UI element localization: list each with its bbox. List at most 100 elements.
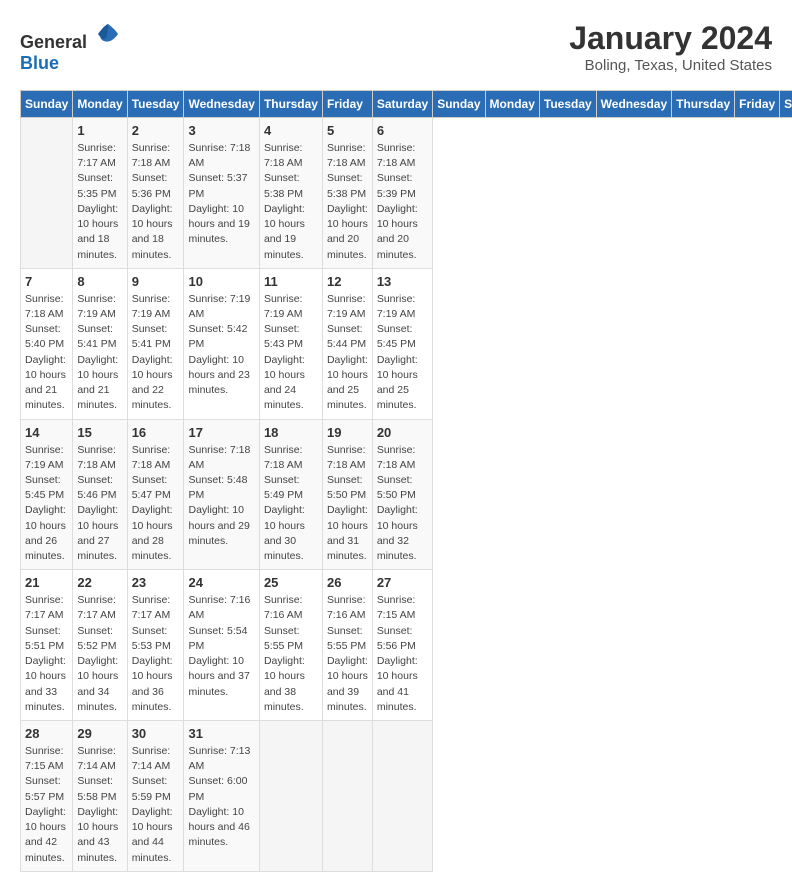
column-header-sunday: Sunday [21, 91, 73, 118]
calendar-cell: 26Sunrise: 7:16 AMSunset: 5:55 PMDayligh… [322, 570, 372, 721]
calendar-cell: 28Sunrise: 7:15 AMSunset: 5:57 PMDayligh… [21, 721, 73, 872]
day-detail: Sunrise: 7:15 AMSunset: 5:57 PMDaylight:… [25, 744, 68, 866]
column-header-saturday: Saturday [372, 91, 432, 118]
day-number: 9 [132, 274, 180, 289]
calendar-week-row: 7Sunrise: 7:18 AMSunset: 5:40 PMDaylight… [21, 268, 792, 419]
day-number: 3 [188, 123, 254, 138]
day-detail: Sunrise: 7:18 AMSunset: 5:37 PMDaylight:… [188, 141, 254, 248]
calendar-week-row: 14 Sunrise: 7:19 AMSunset: 5:45 PMDayligh… [21, 419, 792, 570]
calendar-cell [372, 721, 432, 872]
column-header-wednesday: Wednesday [596, 91, 671, 118]
day-detail: Sunrise: 7:18 AMSunset: 5:48 PMDaylight:… [188, 443, 254, 550]
day-detail: Sunrise: 7:18 AMSunset: 5:40 PMDaylight:… [25, 292, 68, 414]
column-header-monday: Monday [73, 91, 127, 118]
day-number: 13 [377, 274, 428, 289]
day-number: 14 [25, 425, 68, 440]
calendar-cell: 20Sunrise: 7:18 AMSunset: 5:50 PMDayligh… [372, 419, 432, 570]
day-detail: Sunrise: 7:14 AMSunset: 5:59 PMDaylight:… [132, 744, 180, 866]
calendar-cell: 15 Sunrise: 7:18 AMSunset: 5:46 PMDayligh… [73, 419, 127, 570]
column-header-friday: Friday [735, 91, 780, 118]
day-number: 1 [77, 123, 122, 138]
column-header-tuesday: Tuesday [127, 91, 184, 118]
column-header-friday: Friday [322, 91, 372, 118]
calendar-cell: 24 Sunrise: 7:16 AMSunset: 5:54 PMDayligh… [184, 570, 259, 721]
calendar-cell [322, 721, 372, 872]
day-detail: Sunrise: 7:19 AMSunset: 5:43 PMDaylight:… [264, 292, 318, 414]
calendar-cell: 25Sunrise: 7:16 AMSunset: 5:55 PMDayligh… [259, 570, 322, 721]
day-number: 24 [188, 575, 254, 590]
calendar-week-row: 28Sunrise: 7:15 AMSunset: 5:57 PMDayligh… [21, 721, 792, 872]
calendar-cell: 27Sunrise: 7:15 AMSunset: 5:56 PMDayligh… [372, 570, 432, 721]
calendar-title: January 2024 [569, 20, 772, 57]
day-detail: Sunrise: 7:18 AMSunset: 5:47 PMDaylight:… [132, 443, 180, 565]
calendar-cell: 13Sunrise: 7:19 AMSunset: 5:45 PMDayligh… [372, 268, 432, 419]
column-header-thursday: Thursday [259, 91, 322, 118]
calendar-cell: 6Sunrise: 7:18 AMSunset: 5:39 PMDaylight… [372, 118, 432, 269]
calendar-cell: 30 Sunrise: 7:14 AMSunset: 5:59 PMDayligh… [127, 721, 184, 872]
calendar-cell: 21Sunrise: 7:17 AMSunset: 5:51 PMDayligh… [21, 570, 73, 721]
calendar-cell: 12 Sunrise: 7:19 AMSunset: 5:44 PMDayligh… [322, 268, 372, 419]
day-detail: Sunrise: 7:17 AMSunset: 5:35 PMDaylight:… [77, 141, 122, 263]
calendar-cell: 9 Sunrise: 7:19 AMSunset: 5:41 PMDaylight… [127, 268, 184, 419]
logo-general: General [20, 32, 87, 52]
day-number: 19 [327, 425, 368, 440]
day-detail: Sunrise: 7:18 AMSunset: 5:49 PMDaylight:… [264, 443, 318, 565]
column-header-tuesday: Tuesday [539, 91, 596, 118]
calendar-cell: 7Sunrise: 7:18 AMSunset: 5:40 PMDaylight… [21, 268, 73, 419]
column-header-wednesday: Wednesday [184, 91, 259, 118]
day-detail: Sunrise: 7:19 AMSunset: 5:45 PMDaylight:… [25, 443, 68, 565]
day-number: 12 [327, 274, 368, 289]
calendar-table: SundayMondayTuesdayWednesdayThursdayFrid… [20, 90, 792, 872]
day-number: 2 [132, 123, 180, 138]
title-block: January 2024 Boling, Texas, United State… [569, 20, 772, 74]
logo-text: General Blue [20, 20, 122, 74]
day-detail: Sunrise: 7:19 AMSunset: 5:42 PMDaylight:… [188, 292, 254, 399]
calendar-cell: 5Sunrise: 7:18 AMSunset: 5:38 PMDaylight… [322, 118, 372, 269]
calendar-header-row: SundayMondayTuesdayWednesdayThursdayFrid… [21, 91, 792, 118]
day-detail: Sunrise: 7:18 AMSunset: 5:39 PMDaylight:… [377, 141, 428, 263]
day-number: 26 [327, 575, 368, 590]
day-number: 25 [264, 575, 318, 590]
day-number: 15 [77, 425, 122, 440]
day-number: 17 [188, 425, 254, 440]
day-detail: Sunrise: 7:19 AMSunset: 5:41 PMDaylight:… [132, 292, 180, 414]
calendar-cell: 22Sunrise: 7:17 AMSunset: 5:52 PMDayligh… [73, 570, 127, 721]
column-header-monday: Monday [485, 91, 539, 118]
column-header-sunday: Sunday [433, 91, 485, 118]
calendar-week-row: 1 Sunrise: 7:17 AMSunset: 5:35 PMDaylight… [21, 118, 792, 269]
day-number: 22 [77, 575, 122, 590]
calendar-cell [259, 721, 322, 872]
calendar-cell: 10 Sunrise: 7:19 AMSunset: 5:42 PMDayligh… [184, 268, 259, 419]
page-header: General Blue January 2024 Boling, Texas,… [20, 20, 772, 74]
day-number: 27 [377, 575, 428, 590]
calendar-week-row: 21Sunrise: 7:17 AMSunset: 5:51 PMDayligh… [21, 570, 792, 721]
day-detail: Sunrise: 7:18 AMSunset: 5:50 PMDaylight:… [327, 443, 368, 565]
calendar-cell: 19 Sunrise: 7:18 AMSunset: 5:50 PMDayligh… [322, 419, 372, 570]
calendar-cell: 18 Sunrise: 7:18 AMSunset: 5:49 PMDayligh… [259, 419, 322, 570]
day-number: 18 [264, 425, 318, 440]
logo: General Blue [20, 20, 122, 74]
calendar-cell: 17 Sunrise: 7:18 AMSunset: 5:48 PMDayligh… [184, 419, 259, 570]
calendar-subtitle: Boling, Texas, United States [569, 57, 772, 74]
calendar-cell: 3 Sunrise: 7:18 AMSunset: 5:37 PMDaylight… [184, 118, 259, 269]
day-detail: Sunrise: 7:19 AMSunset: 5:44 PMDaylight:… [327, 292, 368, 414]
logo-blue: Blue [20, 53, 59, 73]
day-number: 10 [188, 274, 254, 289]
column-header-thursday: Thursday [672, 91, 735, 118]
day-number: 23 [132, 575, 180, 590]
day-detail: Sunrise: 7:16 AMSunset: 5:54 PMDaylight:… [188, 593, 254, 700]
day-detail: Sunrise: 7:19 AMSunset: 5:41 PMDaylight:… [77, 292, 122, 414]
day-detail: Sunrise: 7:13 AMSunset: 6:00 PMDaylight:… [188, 744, 254, 851]
calendar-cell: 1 Sunrise: 7:17 AMSunset: 5:35 PMDaylight… [73, 118, 127, 269]
day-number: 30 [132, 726, 180, 741]
day-number: 4 [264, 123, 318, 138]
calendar-cell: 29Sunrise: 7:14 AMSunset: 5:58 PMDayligh… [73, 721, 127, 872]
day-detail: Sunrise: 7:18 AMSunset: 5:46 PMDaylight:… [77, 443, 122, 565]
day-number: 31 [188, 726, 254, 741]
calendar-cell: 23Sunrise: 7:17 AMSunset: 5:53 PMDayligh… [127, 570, 184, 721]
day-number: 20 [377, 425, 428, 440]
calendar-cell: 11Sunrise: 7:19 AMSunset: 5:43 PMDayligh… [259, 268, 322, 419]
day-detail: Sunrise: 7:18 AMSunset: 5:38 PMDaylight:… [264, 141, 318, 263]
column-header-saturday: Saturday [780, 91, 792, 118]
day-number: 8 [77, 274, 122, 289]
